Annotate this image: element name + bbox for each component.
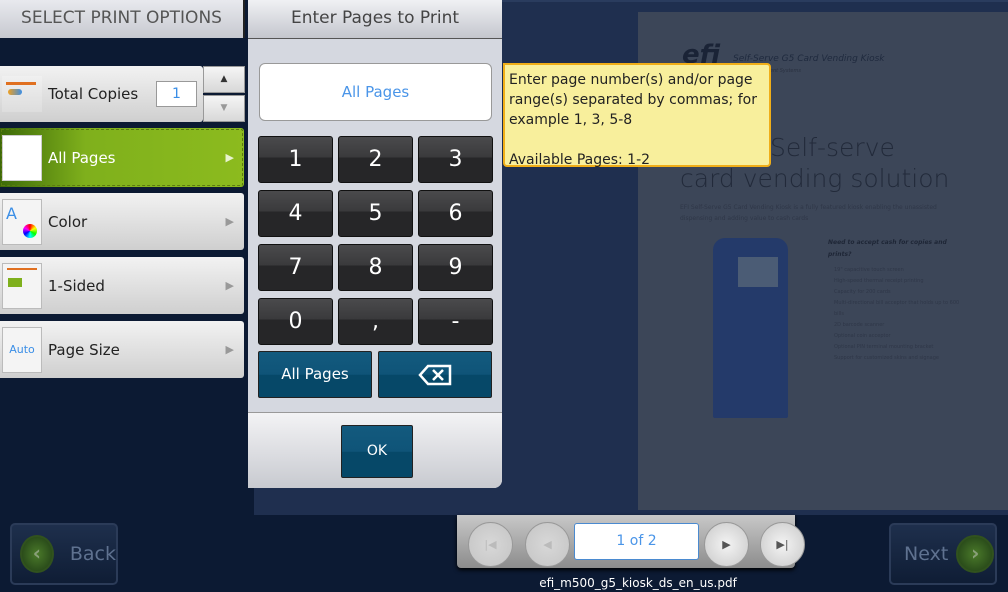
filename: efi_m500_g5_kiosk_ds_en_us.pdf <box>539 576 737 590</box>
doc-side-item: Optional coin acceptor <box>834 333 891 339</box>
chevron-left-icon: ‹ <box>20 535 54 573</box>
back-label: Back <box>69 543 116 565</box>
page-number-input[interactable]: 1 of 2 <box>574 523 699 560</box>
copies-input[interactable]: 1 <box>156 81 197 107</box>
backspace-icon <box>418 364 452 385</box>
doc-side-item: 2D barcode scanner <box>834 322 885 328</box>
doc-side-item: High-speed thermal receipt printing <box>834 278 924 284</box>
tooltip-available-pages: Available Pages: 1-2 <box>509 152 651 168</box>
doc-intro: EFI Self-Serve G5 Card Vending Kiosk is … <box>680 204 937 222</box>
doc-side-title: Need to accept cash for copies and print… <box>828 239 947 258</box>
doc-side-item: Support for customized skins and signage <box>834 355 939 361</box>
last-page-button[interactable]: ▶| <box>760 522 805 567</box>
option-label: Color <box>48 212 88 231</box>
key-0[interactable]: 0 <box>258 298 333 345</box>
option-color[interactable]: A Color ▶ <box>0 193 244 250</box>
prev-page-button[interactable]: ◀ <box>525 522 570 567</box>
key-6[interactable]: 6 <box>418 190 493 237</box>
next-page-button[interactable]: ▶ <box>704 522 749 567</box>
key-9[interactable]: 9 <box>418 244 493 291</box>
help-tooltip: Enter page number(s) and/or page range(s… <box>503 63 771 168</box>
next-button[interactable]: Next › <box>889 523 997 585</box>
option-all-pages[interactable]: All Pages ▶ <box>0 128 244 187</box>
doc-side-list: 19" capacitive touch screen High-speed th… <box>828 265 968 364</box>
total-copies-label: Total Copies <box>48 85 139 103</box>
tooltip-text: Enter page number(s) and/or page range(s… <box>509 72 757 128</box>
pages-input[interactable]: All Pages <box>259 63 492 121</box>
key-8[interactable]: 8 <box>338 244 413 291</box>
option-label: 1-Sided <box>48 276 105 295</box>
doc-side-item: 19" capacitive touch screen <box>834 267 904 273</box>
key-3[interactable]: 3 <box>418 136 493 183</box>
option-page-size[interactable]: Auto Page Size ▶ <box>0 321 244 378</box>
color-icon: A <box>2 198 42 245</box>
copies-increment-button[interactable]: ▲ <box>203 66 245 93</box>
one-sided-icon <box>2 262 42 309</box>
key-comma[interactable]: , <box>338 298 413 345</box>
key-1[interactable]: 1 <box>258 136 333 183</box>
doc-side-item: Optional PIN terminal mounting bracket <box>834 344 934 350</box>
option-label: All Pages <box>48 148 116 167</box>
doc-side: Need to accept cash for copies and print… <box>828 237 968 364</box>
key-7[interactable]: 7 <box>258 244 333 291</box>
ok-button[interactable]: OK <box>341 425 413 478</box>
key-4[interactable]: 4 <box>258 190 333 237</box>
copies-icon <box>2 76 42 112</box>
doc-side-item: Capacity for 200 cards <box>834 289 891 295</box>
next-label: Next <box>904 543 949 565</box>
doc-side-item: Multi-directional bill acceptor that hol… <box>834 300 960 317</box>
back-button[interactable]: ‹ Back <box>10 523 118 585</box>
first-page-button[interactable]: |◀ <box>468 522 513 567</box>
chevron-right-icon: › <box>956 535 995 573</box>
chevron-right-icon: ▶ <box>225 151 234 164</box>
chevron-right-icon: ▶ <box>225 279 234 292</box>
pages-icon <box>2 134 42 181</box>
key-5[interactable]: 5 <box>338 190 413 237</box>
option-label: Page Size <box>48 340 120 359</box>
select-print-options-header: SELECT PRINT OPTIONS <box>0 0 245 38</box>
all-pages-button[interactable]: All Pages <box>258 351 372 398</box>
kiosk-screen <box>738 257 778 287</box>
keypad-title: Enter Pages to Print <box>248 0 502 39</box>
key-dash[interactable]: - <box>418 298 493 345</box>
key-2[interactable]: 2 <box>338 136 413 183</box>
chevron-right-icon: ▶ <box>225 343 234 356</box>
chevron-right-icon: ▶ <box>225 215 234 228</box>
page-size-icon: Auto <box>2 326 42 373</box>
backspace-button[interactable] <box>378 351 492 398</box>
copies-decrement-button[interactable]: ▼ <box>203 95 245 122</box>
option-sides[interactable]: 1-Sided ▶ <box>0 257 244 314</box>
